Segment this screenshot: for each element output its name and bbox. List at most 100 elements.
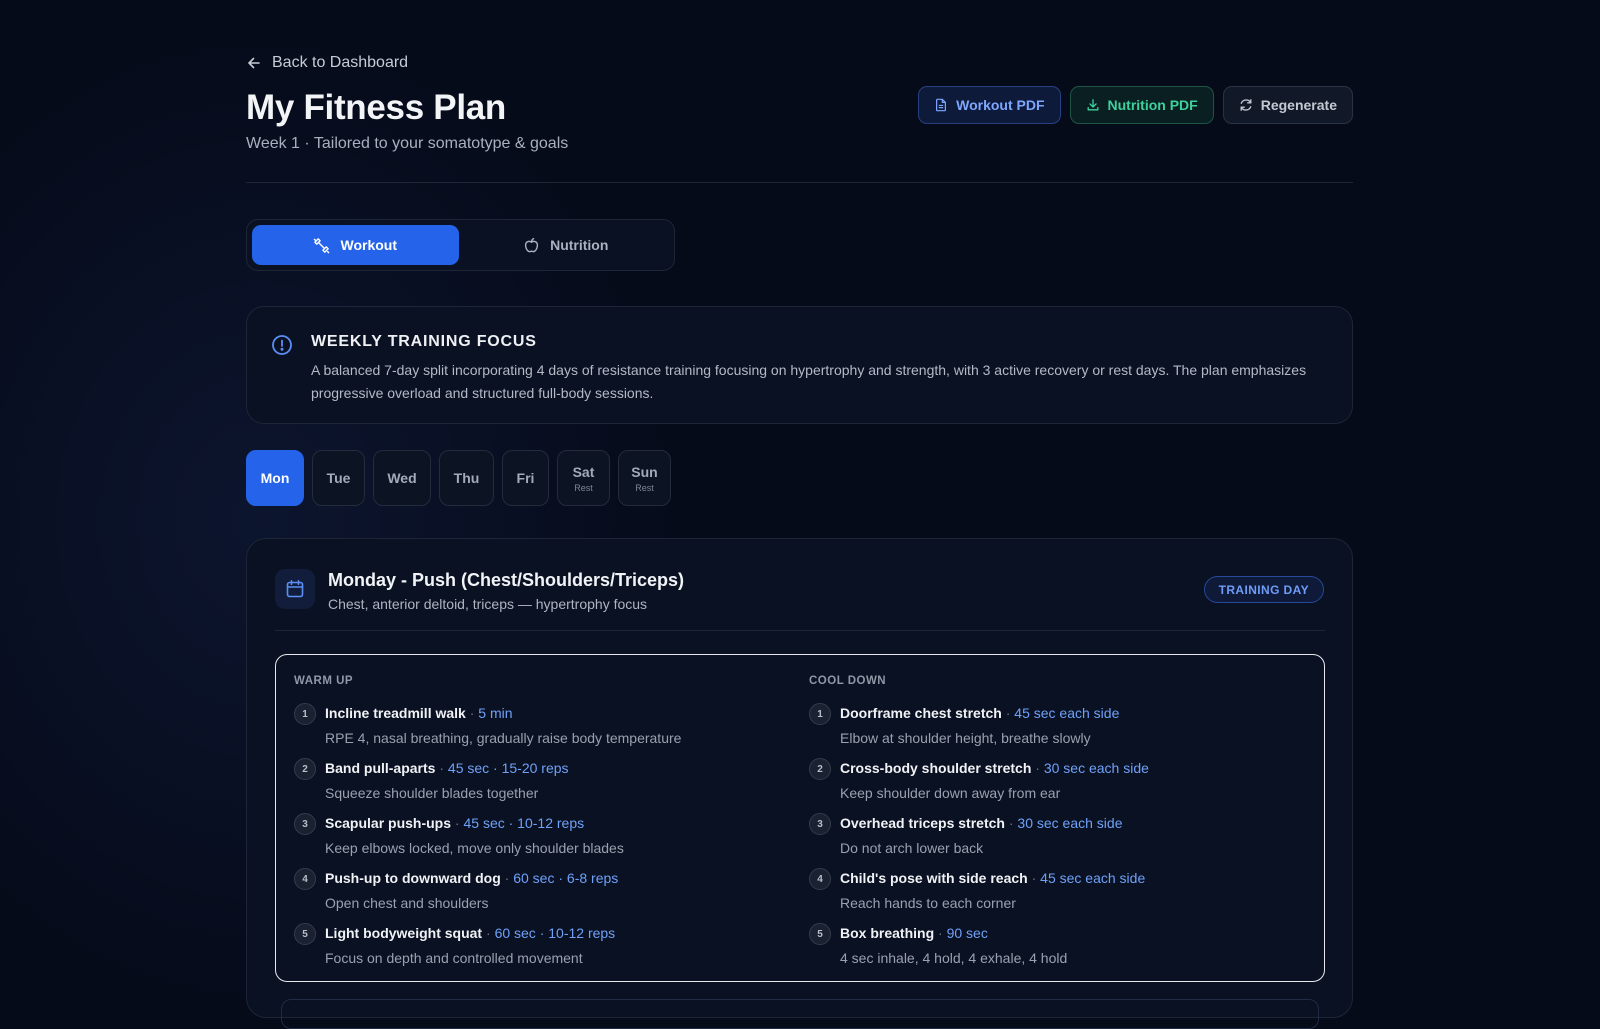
weekly-focus-title: WEEKLY TRAINING FOCUS [311,333,537,350]
list-item: 2 Cross-body shoulder stretch · 30 sec e… [809,758,1299,808]
day-description: Chest, anterior deltoid, triceps — hyper… [328,596,648,612]
rest-label: Rest [574,482,593,493]
day-selector: Mon Tue Wed Thu Fri Sat Rest Sun Rest [246,450,671,506]
nutrition-pdf-label: Nutrition PDF [1107,97,1198,113]
day-title: Monday - Push (Chest/Shoulders/Triceps) [328,570,685,590]
step-number: 4 [809,868,831,890]
day-tab-wed[interactable]: Wed [373,450,431,506]
step-number: 5 [809,923,831,945]
day-tab-label: Tue [326,470,351,486]
step-number: 1 [809,703,831,725]
calendar-icon [286,580,304,598]
exercise-name: Child's pose with side reach [840,870,1028,886]
back-to-dashboard-link[interactable]: Back to Dashboard [246,54,408,72]
exercise-note: Keep shoulder down away from ear [840,785,1061,801]
file-text-icon [936,98,947,112]
exercise-name: Overhead triceps stretch [840,815,1005,831]
tab-workout-label: Workout [340,237,397,253]
list-item: 1 Doorframe chest stretch · 45 sec each … [809,703,1299,753]
step-number: 2 [809,758,831,780]
exercise-detail: 45 sec each side [1014,705,1120,721]
tab-nutrition[interactable]: Nutrition [463,225,670,265]
list-item: 4 Child's pose with side reach · 45 sec … [809,868,1299,918]
exercise-note: RPE 4, nasal breathing, gradually raise … [325,730,682,746]
list-item: 5 Box breathing · 90 sec 4 sec inhale, 4… [809,923,1299,973]
weekly-focus-text: A balanced 7-day split incorporating 4 d… [311,362,1307,401]
page-subtitle: Week 1 · Tailored to your somatotype & g… [246,135,569,152]
day-tab-mon[interactable]: Mon [246,450,304,506]
page-title: My Fitness Plan [246,88,507,127]
cool-down-section: COOL DOWN 1 Doorframe chest stretch · 45… [809,675,1299,966]
warm-up-heading: WARM UP [294,675,354,687]
step-number: 2 [294,758,316,780]
plan-mode-tabs: Workout Nutrition [246,219,675,271]
day-tab-thu[interactable]: Thu [439,450,494,506]
step-number: 5 [294,923,316,945]
header-divider [246,182,1353,183]
fitness-plan-page: Back to Dashboard My Fitness Plan Week 1… [246,0,1353,1029]
cool-down-heading: COOL DOWN [809,675,887,687]
exercise-name: Scapular push-ups [325,815,452,831]
exercise-note: Do not arch lower back [840,840,984,856]
step-number: 4 [294,868,316,890]
exercise-detail: 90 sec [946,925,988,941]
day-tab-label: Wed [387,470,417,486]
exercise-note: Squeeze shoulder blades together [325,785,539,801]
exercise-detail: 45 sec each side [1040,870,1146,886]
day-tab-label: Sat [572,463,595,480]
step-number: 1 [294,703,316,725]
dumbbell-icon [314,237,330,253]
exercise-detail: 45 sec · 15-20 reps [447,760,569,776]
step-number: 3 [809,813,831,835]
exercise-detail: 5 min [478,705,513,721]
exercise-note: Keep elbows locked, move only shoulder b… [325,840,624,856]
exercise-note: Reach hands to each corner [840,895,1016,911]
list-item: 3 Overhead triceps stretch · 30 sec each… [809,813,1299,863]
day-detail-card: Monday - Push (Chest/Shoulders/Triceps) … [246,538,1353,1029]
exercise-note: Focus on depth and controlled movement [325,950,583,966]
tab-workout[interactable]: Workout [252,225,459,265]
day-tab-tue[interactable]: Tue [312,450,365,506]
workout-pdf-button[interactable]: Workout PDF [918,86,1061,124]
warmup-cooldown-panel: WARM UP 1 Incline treadmill walk · 5 min… [275,654,1325,982]
info-circle-icon [272,335,292,355]
exercise-detail: 30 sec each side [1017,815,1123,831]
day-tab-label: Thu [453,470,480,486]
exercise-name: Light bodyweight squat [325,925,483,941]
refresh-icon [1240,99,1252,111]
exercise-detail: 60 sec · 6-8 reps [513,870,619,886]
exercise-detail: 30 sec each side [1043,760,1149,776]
tab-nutrition-label: Nutrition [550,237,609,253]
day-tab-label: Fri [516,470,535,486]
list-item: 5 Light bodyweight squat · 60 sec · 10-1… [294,923,784,973]
header-actions: Workout PDF Nutrition PDF Regenerate [918,86,1353,124]
warm-up-section: WARM UP 1 Incline treadmill walk · 5 min… [294,675,784,966]
list-item: 4 Push-up to downward dog · 60 sec · 6-8… [294,868,784,918]
day-icon-tile [275,569,315,609]
list-item: 1 Incline treadmill walk · 5 min RPE 4, … [294,703,784,753]
download-icon [1087,99,1098,111]
weekly-focus-card: WEEKLY TRAINING FOCUS A balanced 7-day s… [246,306,1353,424]
exercise-note: Elbow at shoulder height, breathe slowly [840,730,1091,746]
step-number: 3 [294,813,316,835]
training-day-badge: TRAINING DAY [1203,576,1324,603]
day-tab-sat[interactable]: Sat Rest [557,450,610,506]
exercise-note: 4 sec inhale, 4 hold, 4 exhale, 4 hold [840,950,1068,966]
exercise-name: Band pull-aparts [325,760,436,776]
list-item: 3 Scapular push-ups · 45 sec · 10-12 rep… [294,813,784,863]
exercise-detail: 45 sec · 10-12 reps [463,815,585,831]
day-tab-sun[interactable]: Sun Rest [618,450,671,506]
exercise-name: Push-up to downward dog [325,870,501,886]
exercise-section-partial [281,999,1319,1029]
day-tab-fri[interactable]: Fri [502,450,549,506]
apple-icon [524,237,539,252]
day-tab-label: Mon [260,470,290,486]
regenerate-label: Regenerate [1260,97,1337,113]
nutrition-pdf-button[interactable]: Nutrition PDF [1069,86,1214,124]
exercise-name: Box breathing [840,925,935,941]
arrow-left-icon [248,57,260,69]
exercise-note: Open chest and shoulders [325,895,489,911]
regenerate-button[interactable]: Regenerate [1222,86,1353,124]
rest-label: Rest [635,482,654,493]
exercise-name: Cross-body shoulder stretch [840,760,1032,776]
